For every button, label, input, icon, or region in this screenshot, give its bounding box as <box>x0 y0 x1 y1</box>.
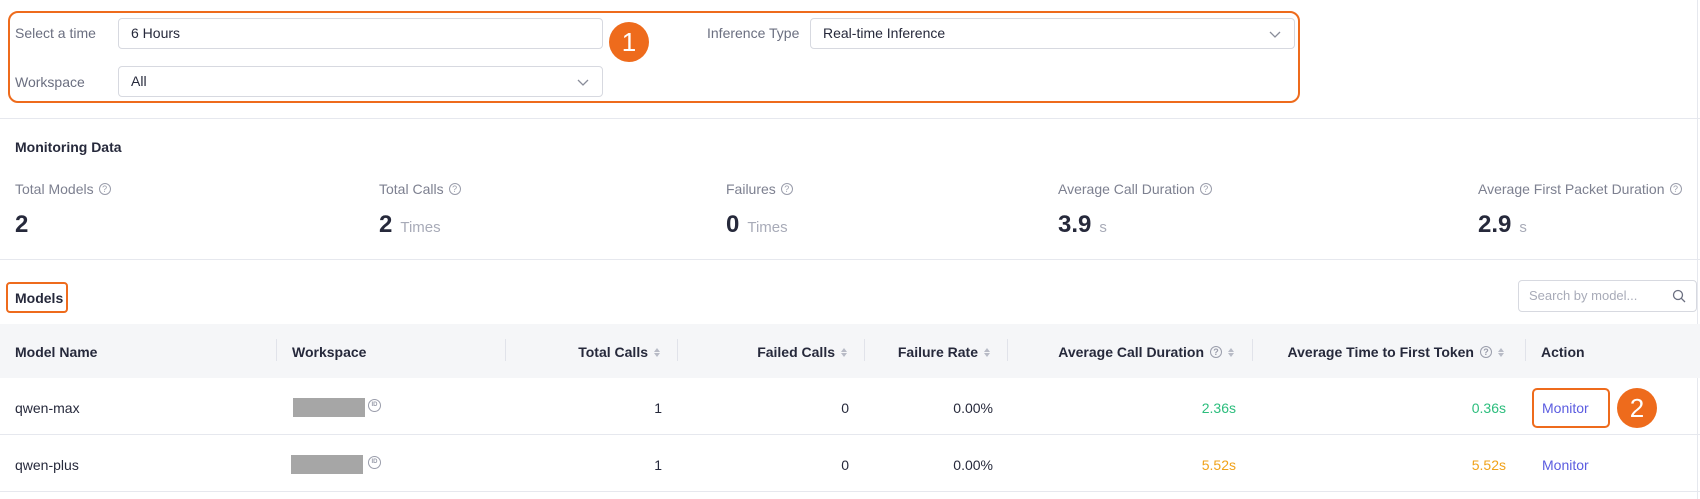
column-separator <box>1525 339 1526 361</box>
cell-model-name: qwen-plus <box>15 457 79 473</box>
inference-type-select[interactable]: Real-time Inference <box>810 18 1295 49</box>
stat-value: 2 <box>15 211 29 238</box>
cell-model-name: qwen-max <box>15 400 80 416</box>
monitor-link[interactable]: Monitor <box>1542 457 1589 473</box>
callout-badge-1: 1 <box>609 22 649 62</box>
sort-icon[interactable] <box>1228 347 1234 357</box>
question-circle-icon[interactable]: ? <box>1210 346 1222 358</box>
stat-label: Average Call Duration <box>1058 181 1195 197</box>
cell-failed-calls: 0 <box>841 457 849 473</box>
stat-value: 2 <box>379 211 393 238</box>
workspace-select[interactable]: All <box>118 66 603 97</box>
table-row <box>0 435 1700 492</box>
column-separator <box>677 339 678 361</box>
question-circle-icon[interactable]: ? <box>1669 183 1682 195</box>
monitor-link[interactable]: Monitor <box>1542 400 1589 416</box>
col-avg-call-duration[interactable]: Average Call Duration? <box>1058 344 1234 360</box>
id-icon[interactable]: ID <box>368 456 381 469</box>
workspace-label: Workspace <box>15 74 85 90</box>
question-circle-icon[interactable]: ? <box>448 183 461 195</box>
column-separator <box>276 339 277 361</box>
stat-unit: Times <box>400 219 441 236</box>
stat-value: 3.9 <box>1058 211 1092 238</box>
cell-ttft: 5.52s <box>1471 457 1506 473</box>
monitoring-title: Monitoring Data <box>15 139 122 155</box>
col-action: Action <box>1541 344 1585 360</box>
models-title: Models <box>15 290 64 306</box>
col-failed-calls[interactable]: Failed Calls <box>757 344 847 360</box>
cell-failed-calls: 0 <box>841 400 849 416</box>
question-circle-icon[interactable]: ? <box>780 183 793 195</box>
workspace-value: All <box>131 73 147 89</box>
col-ttft[interactable]: Average Time to First Token? <box>1288 344 1504 360</box>
sort-icon[interactable] <box>984 347 990 357</box>
column-separator <box>505 339 506 361</box>
question-circle-icon[interactable]: ? <box>1199 183 1212 195</box>
time-value: 6 Hours <box>131 25 181 41</box>
section-divider <box>0 118 1700 119</box>
question-circle-icon[interactable]: ? <box>98 183 111 195</box>
id-icon[interactable]: ID <box>368 399 381 412</box>
stat-label: Total Calls <box>379 181 444 197</box>
column-separator <box>864 339 865 361</box>
stat-avg-first-packet: Average First Packet Duration? 2.9 s <box>1478 181 1682 239</box>
search-icon[interactable] <box>1672 289 1686 303</box>
col-workspace: Workspace <box>292 344 367 360</box>
stat-value: 0 <box>726 211 740 238</box>
callout-badge-2: 2 <box>1617 388 1657 428</box>
stat-label: Total Models <box>15 181 94 197</box>
col-failure-rate[interactable]: Failure Rate <box>898 344 990 360</box>
stat-unit: s <box>1519 219 1527 236</box>
search-placeholder: Search by model... <box>1529 288 1638 303</box>
column-separator <box>1007 339 1008 361</box>
sort-icon[interactable] <box>1498 347 1504 357</box>
time-label: Select a time <box>15 25 96 41</box>
col-model-name: Model Name <box>15 344 98 360</box>
sort-icon[interactable] <box>841 347 847 357</box>
inference-type-label: Inference Type <box>707 25 800 41</box>
time-select[interactable]: 6 Hours <box>118 18 603 49</box>
section-divider <box>0 259 1700 260</box>
cell-failure-rate: 0.00% <box>953 457 993 473</box>
redacted-workspace <box>293 398 365 417</box>
cell-avg-duration: 5.52s <box>1201 457 1236 473</box>
table-row <box>0 378 1700 435</box>
cell-ttft: 0.36s <box>1471 400 1506 416</box>
stat-total-models: Total Models? 2 <box>15 181 111 239</box>
inference-type-value: Real-time Inference <box>823 25 946 41</box>
redacted-workspace <box>291 455 363 474</box>
stat-label: Average First Packet Duration <box>1478 181 1665 197</box>
chevron-down-icon <box>577 79 589 86</box>
chevron-down-icon <box>1269 31 1281 38</box>
question-circle-icon[interactable]: ? <box>1480 346 1492 358</box>
stat-total-calls: Total Calls? 2 Times <box>379 181 461 239</box>
stat-avg-call-duration: Average Call Duration? 3.9 s <box>1058 181 1212 239</box>
stat-label: Failures <box>726 181 776 197</box>
column-separator <box>1252 339 1253 361</box>
cell-total-calls: 1 <box>654 457 662 473</box>
stat-failures: Failures? 0 Times <box>726 181 793 239</box>
col-total-calls[interactable]: Total Calls <box>578 344 660 360</box>
cell-avg-duration: 2.36s <box>1201 400 1236 416</box>
cell-total-calls: 1 <box>654 400 662 416</box>
stat-unit: s <box>1099 219 1107 236</box>
sort-icon[interactable] <box>654 347 660 357</box>
stat-unit: Times <box>747 219 788 236</box>
cell-failure-rate: 0.00% <box>953 400 993 416</box>
search-input[interactable]: Search by model... <box>1518 280 1697 312</box>
stat-value: 2.9 <box>1478 211 1512 238</box>
